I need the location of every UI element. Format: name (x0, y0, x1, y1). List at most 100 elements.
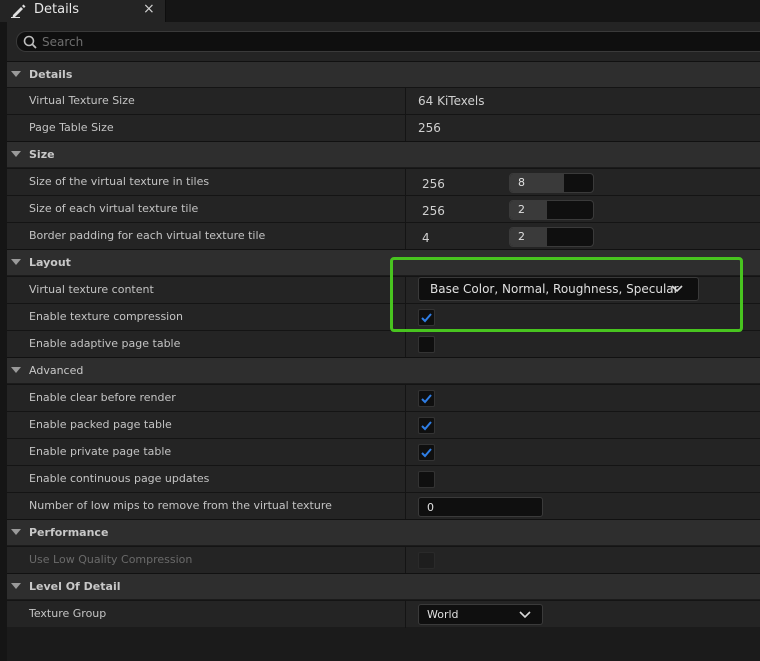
row-private-page-table: Enable private page table (7, 438, 760, 466)
expand-arrow-icon (11, 529, 21, 535)
texture-group-dropdown[interactable]: World (418, 604, 543, 625)
tile-size-spinbox[interactable]: 2 (509, 200, 594, 220)
column-divider[interactable] (405, 115, 406, 142)
property-label: Number of low mips to remove from the vi… (29, 499, 332, 512)
computed-value: 4 (422, 231, 430, 245)
continuous-checkbox[interactable] (418, 471, 435, 488)
property-label: Enable clear before render (29, 391, 176, 404)
property-label: Enable texture compression (29, 310, 183, 323)
chevron-down-icon (519, 611, 531, 619)
row-low-mips: Number of low mips to remove from the vi… (7, 492, 760, 520)
row-adaptive-page-table: Enable adaptive page table (7, 330, 760, 358)
property-label: Border padding for each virtual texture … (29, 229, 266, 242)
spinbox-value: 2 (518, 230, 525, 243)
spinbox-value: 2 (518, 203, 525, 216)
checkmark-icon (421, 421, 432, 431)
search-icon (23, 35, 37, 49)
property-value: 256 (418, 121, 441, 135)
category-details[interactable]: Details (7, 61, 760, 87)
spinbox-fill (510, 228, 548, 246)
low-quality-checkbox (418, 552, 435, 569)
column-divider[interactable] (405, 88, 406, 115)
checkmark-icon (421, 313, 432, 323)
content-dropdown[interactable]: Base Color, Normal, Roughness, Specular (418, 277, 699, 301)
input-value: 0 (427, 501, 434, 514)
property-label: Virtual Texture Size (29, 94, 135, 107)
column-divider[interactable] (405, 439, 406, 466)
search-input[interactable] (42, 33, 742, 50)
clear-checkbox[interactable] (418, 390, 435, 407)
category-title: Size (29, 148, 55, 161)
checkmark-icon (421, 394, 432, 404)
search-box[interactable] (16, 31, 760, 52)
column-divider[interactable] (405, 223, 406, 250)
adaptive-checkbox[interactable] (418, 336, 435, 353)
row-low-quality-compression: Use Low Quality Compression (7, 546, 760, 574)
tab-title: Details (34, 2, 80, 17)
spinbox-value: 8 (518, 176, 525, 189)
column-divider[interactable] (405, 169, 406, 196)
category-title: Layout (29, 256, 71, 269)
row-virtual-texture-size: Virtual Texture Size 64 KiTexels (7, 87, 760, 115)
column-divider[interactable] (405, 196, 406, 223)
row-size-in-tiles: Size of the virtual texture in tiles 256… (7, 168, 760, 196)
expand-arrow-icon (11, 71, 21, 77)
close-tab-button[interactable]: × (143, 1, 155, 17)
computed-value: 256 (422, 204, 445, 218)
property-label: Size of the virtual texture in tiles (29, 175, 210, 188)
column-divider[interactable] (405, 331, 406, 358)
computed-value: 256 (422, 177, 445, 191)
column-divider[interactable] (405, 493, 406, 520)
category-advanced[interactable]: Advanced (7, 357, 760, 383)
expand-arrow-icon (11, 583, 21, 589)
column-divider[interactable] (405, 547, 406, 574)
row-texture-compression: Enable texture compression (7, 303, 760, 331)
packed-checkbox[interactable] (418, 417, 435, 434)
property-label: Enable packed page table (29, 418, 172, 431)
row-packed-page-table: Enable packed page table (7, 411, 760, 439)
search-row (7, 22, 760, 61)
tab-bar: Details × (0, 0, 760, 22)
column-divider[interactable] (405, 304, 406, 331)
category-title: Details (29, 68, 73, 81)
compression-checkbox[interactable] (418, 309, 435, 326)
category-level-of-detail[interactable]: Level Of Detail (7, 573, 760, 599)
category-size[interactable]: Size (7, 141, 760, 167)
column-divider[interactable] (405, 412, 406, 439)
row-texture-group: Texture Group World (7, 600, 760, 628)
row-page-table-size: Page Table Size 256 (7, 114, 760, 142)
dropdown-value: World (427, 608, 459, 621)
property-label: Use Low Quality Compression (29, 553, 193, 566)
column-divider[interactable] (405, 466, 406, 493)
private-checkbox[interactable] (418, 444, 435, 461)
column-divider[interactable] (405, 385, 406, 412)
property-label: Texture Group (29, 607, 107, 620)
column-divider[interactable] (405, 277, 406, 304)
property-label: Virtual texture content (29, 283, 154, 296)
property-label: Size of each virtual texture tile (29, 202, 199, 215)
property-label: Enable adaptive page table (29, 337, 181, 350)
property-value: 64 KiTexels (418, 94, 485, 108)
spinbox-fill (510, 201, 548, 219)
property-label: Page Table Size (29, 121, 114, 134)
low-mips-input[interactable]: 0 (418, 497, 543, 517)
property-label: Enable private page table (29, 445, 172, 458)
expand-arrow-icon (11, 367, 21, 373)
category-performance[interactable]: Performance (7, 519, 760, 545)
chevron-down-icon (671, 285, 683, 293)
border-padding-spinbox[interactable]: 2 (509, 227, 594, 247)
category-layout[interactable]: Layout (7, 249, 760, 275)
row-clear-before-render: Enable clear before render (7, 384, 760, 412)
row-virtual-texture-content: Virtual texture content Base Color, Norm… (7, 276, 760, 304)
category-title: Performance (29, 526, 109, 539)
pencil-icon (11, 4, 26, 18)
expand-arrow-icon (11, 151, 21, 157)
category-title: Level Of Detail (29, 580, 121, 593)
row-continuous-updates: Enable continuous page updates (7, 465, 760, 493)
dropdown-value: Base Color, Normal, Roughness, Specular (430, 282, 679, 296)
row-tile-size: Size of each virtual texture tile 256 2 (7, 195, 760, 223)
checkmark-icon (421, 448, 432, 458)
column-divider[interactable] (405, 601, 406, 628)
tab-details[interactable]: Details × (0, 0, 166, 22)
tiles-spinbox[interactable]: 8 (509, 173, 594, 193)
